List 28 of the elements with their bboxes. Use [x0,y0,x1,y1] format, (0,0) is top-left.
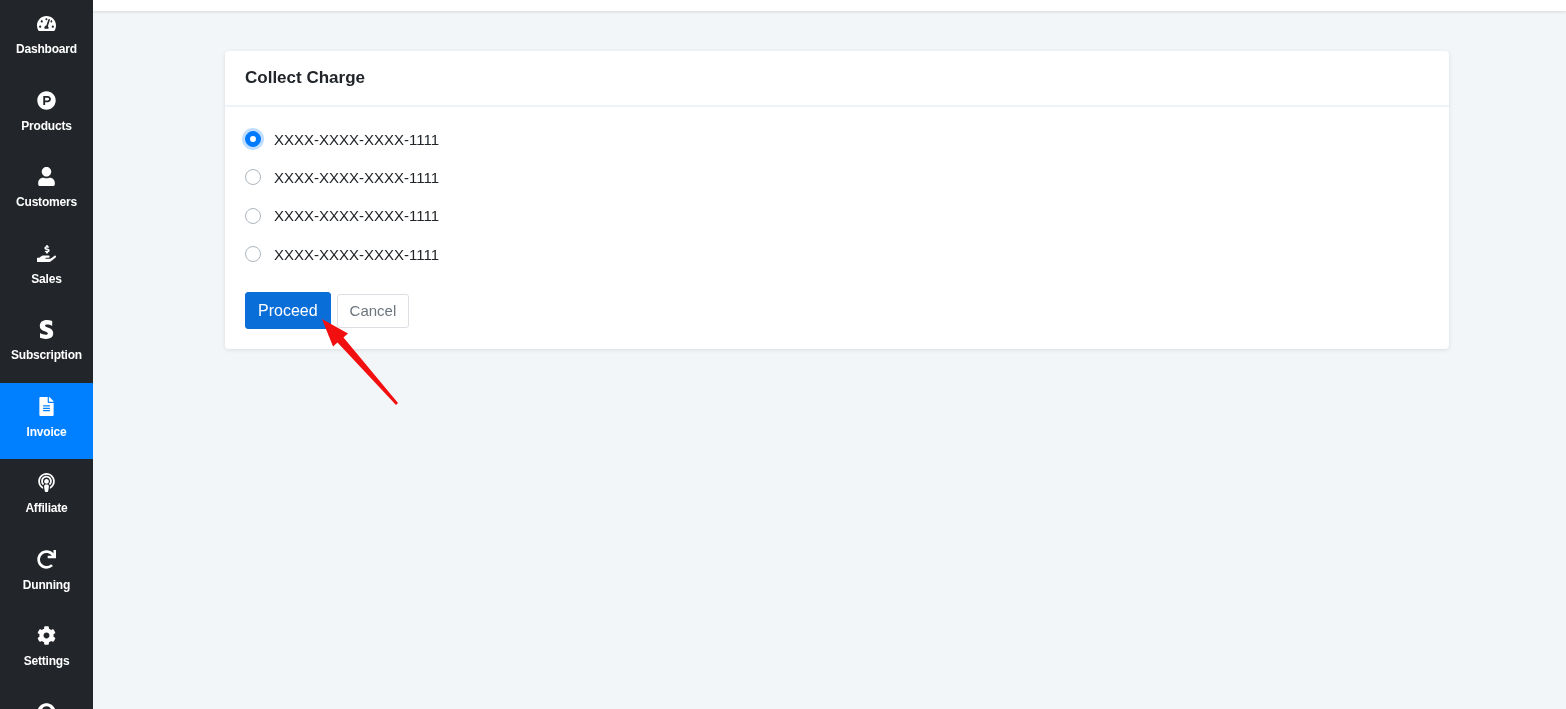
document-icon [37,395,56,417]
hand-dollar-icon [37,242,56,264]
cancel-button[interactable]: Cancel [336,293,410,328]
user-icon [37,166,56,187]
sidebar-item[interactable]: Subscription [0,306,93,383]
card-number: XXXX-XXXX-XXXX-1111 [274,168,440,186]
radio-button[interactable] [245,246,261,263]
sidebar-item[interactable]: Settings [0,612,93,689]
sidebar-item[interactable]: Products [0,76,93,153]
card-number: XXXX-XXXX-XXXX-1111 [274,245,440,263]
card-title: Collect Charge [245,68,365,88]
sidebar-item[interactable]: Affiliate [0,459,93,536]
gauge-icon [37,13,56,34]
card-number: XXXX-XXXX-XXXX-1111 [274,207,440,225]
sidebar-item[interactable]: Customers [0,153,93,230]
broadcast-icon [37,472,56,493]
s-letter-icon [37,319,56,340]
sidebar-item[interactable]: Dunning [0,535,93,612]
sidebar-item[interactable]: Sales [0,229,93,306]
card-number: XXXX-XXXX-XXXX-1111 [274,130,440,148]
radio-button[interactable] [245,131,261,148]
sidebar-item[interactable]: Invoice [0,382,93,459]
refresh-icon [37,548,56,570]
radio-button[interactable] [245,169,261,186]
radio-button[interactable] [245,207,261,224]
settings-icon [37,625,56,646]
sidebar-item[interactable]: Dashboard [0,0,93,77]
proceed-button[interactable]: Proceed [245,292,331,330]
